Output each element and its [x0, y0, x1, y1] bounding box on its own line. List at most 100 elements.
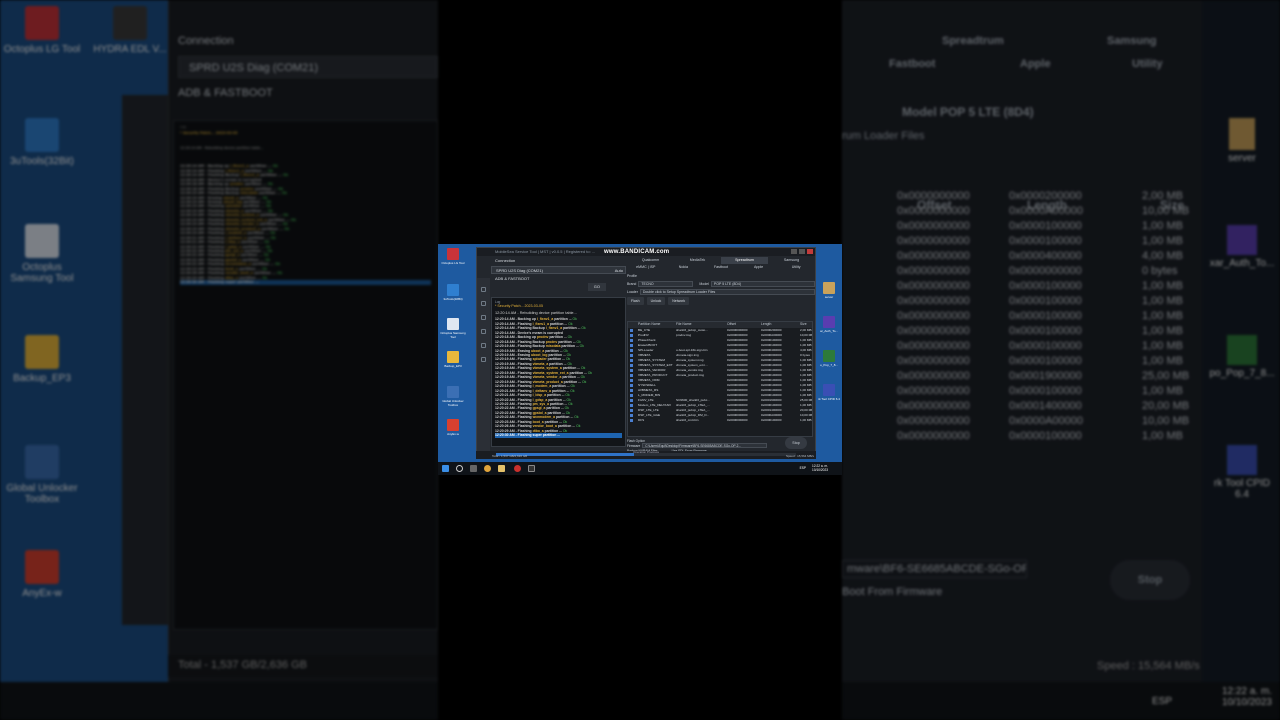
file-explorer-icon[interactable]: [498, 465, 505, 472]
desktop-icon[interactable]: Octoplus LG Tool: [440, 248, 466, 265]
go-button[interactable]: GO: [587, 283, 606, 291]
window-controls: [791, 249, 813, 254]
port-select[interactable]: SPRD U2S Diag (COM21) Auto: [491, 266, 626, 274]
table-row[interactable]: DFS sharkl3_cm4.bin 0x0000000000 0x00001000…: [628, 418, 812, 423]
desktop-icon[interactable]: Octoplus Samsung Tool: [440, 318, 466, 339]
taskbar: ESP 12:22 a. m. 10/10/2023: [438, 462, 842, 475]
row-checkbox[interactable]: [630, 344, 633, 347]
firmware-path[interactable]: C:\Users\Equil\Desktop\Firmware\BF6-SE66…: [642, 443, 768, 448]
brand-select[interactable]: TECNO: [638, 280, 694, 287]
background-right: Spreadtrum Samsung Fastboot Apple Utilit…: [842, 0, 1280, 720]
auto-checkbox[interactable]: Auto: [615, 267, 625, 273]
tab-apple: Apple: [1020, 58, 1051, 70]
desktop-icon[interactable]: 3uTools(32Bit): [440, 284, 466, 301]
bandicam-icon[interactable]: [514, 465, 521, 472]
settings-icon[interactable]: [481, 301, 486, 306]
home-icon[interactable]: [481, 287, 486, 292]
table-row: 0x0000000000 0x0000A00000 10,00 MB: [842, 415, 1197, 430]
table-cell: 0x0000000000: [897, 355, 970, 367]
table-body: BE_CTE sharkl3_pubcp_custo... 0x0000000000…: [628, 328, 812, 423]
table-row: 0x0000000000 0x0001900000 25,00 MB: [842, 370, 1197, 385]
tab-spreadtrum: Spreadtrum: [942, 35, 1004, 47]
col-offset[interactable]: Offset: [727, 322, 736, 328]
row-checkbox[interactable]: [630, 354, 633, 357]
stop-button[interactable]: Stop: [785, 437, 807, 449]
table-cell: 0x0000100000: [1009, 235, 1082, 247]
app-taskbar-icon[interactable]: [528, 465, 535, 472]
row-checkbox[interactable]: [630, 384, 633, 387]
row-checkbox[interactable]: [630, 369, 633, 372]
row-checkbox[interactable]: [630, 364, 633, 367]
tab-qualcomm[interactable]: Qualcomm: [627, 257, 674, 264]
desktop-icon[interactable]: server: [816, 282, 842, 299]
row-checkbox[interactable]: [630, 419, 633, 422]
row-checkbox[interactable]: [630, 359, 633, 362]
desktop-icon-label: Octoplus Samsung Tool: [10, 262, 74, 284]
log-panel[interactable]: Log * Security Patch... 2023-03-05 12:20…: [491, 297, 626, 447]
col-length[interactable]: Length: [761, 322, 771, 328]
row-checkbox[interactable]: [630, 404, 633, 407]
search-icon[interactable]: [456, 465, 463, 472]
tab-emmc-isp[interactable]: eMMC | ISP: [627, 264, 665, 271]
status-bar: Total - 1,537 GB/2,636 GB Speed : 15,564…: [490, 453, 816, 459]
maximize-button[interactable]: [799, 249, 805, 254]
table-cell: 1,00 MB: [1142, 310, 1183, 322]
close-button[interactable]: [807, 249, 813, 254]
table-row: 0x0000000000 0x0000100000 1,00 MB: [842, 280, 1197, 295]
row-checkbox[interactable]: [630, 414, 633, 417]
chrome-icon[interactable]: [484, 465, 491, 472]
desktop-icon[interactable]: AnyEx-w: [440, 419, 466, 436]
task-view-icon[interactable]: [470, 465, 477, 472]
start-icon[interactable]: [442, 465, 449, 472]
row-checkbox[interactable]: [630, 339, 633, 342]
row-checkbox[interactable]: [630, 329, 633, 332]
desktop-icon[interactable]: Global Unlocker Toolbox: [440, 386, 466, 407]
chip-icon[interactable]: [481, 343, 486, 348]
taskbar-clock[interactable]: 12:22 a. m. 10/10/2023: [812, 464, 828, 472]
tab-spreadtrum[interactable]: Spreadtrum: [721, 257, 768, 264]
network-button[interactable]: Network: [668, 297, 690, 305]
port-select: SPRD U2S Diag (COM21): [178, 56, 438, 78]
minimize-button[interactable]: [791, 249, 797, 254]
desktop-icon-label: 3uTools(32Bit): [10, 156, 74, 167]
flash-button[interactable]: Flash: [627, 297, 644, 305]
info-icon[interactable]: [481, 357, 486, 362]
col-size[interactable]: Size: [800, 322, 807, 328]
language-indicator[interactable]: ESP: [800, 466, 806, 470]
row-checkbox[interactable]: [630, 409, 633, 412]
adb-label: ADB & FASTBOOT: [178, 87, 273, 99]
table-cell: 1,00 MB: [1142, 280, 1183, 292]
row-checkbox[interactable]: [630, 379, 633, 382]
desktop-icon[interactable]: Backup_EP3: [440, 351, 466, 368]
devices-icon[interactable]: [481, 329, 486, 334]
desktop-icon[interactable]: ar_Auth_To...: [816, 316, 842, 333]
row-checkbox[interactable]: [630, 349, 633, 352]
col-file-name[interactable]: File Name: [676, 322, 691, 328]
tab-mediatek[interactable]: MediaTek: [674, 257, 721, 264]
tab-apple[interactable]: Apple: [740, 264, 778, 271]
unlock-button[interactable]: Unlock: [646, 297, 666, 305]
adb-fastboot-label[interactable]: ADB & FASTBOOT: [491, 275, 626, 283]
tab-samsung[interactable]: Samsung: [768, 257, 815, 264]
row-checkbox[interactable]: [630, 394, 633, 397]
row-checkbox[interactable]: [630, 374, 633, 377]
row-checkbox[interactable]: [630, 399, 633, 402]
tools-icon[interactable]: [481, 315, 486, 320]
tab-nokia[interactable]: Nokia: [665, 264, 703, 271]
desktop-icon[interactable]: rk Tool CPID 6.4: [816, 384, 842, 401]
model-select[interactable]: POP 5 LTE (8D4): [710, 280, 815, 287]
desktop-icon-label: Octoplus LG Tool: [441, 261, 465, 265]
row-checkbox[interactable]: [630, 389, 633, 392]
tab-utility[interactable]: Utility: [777, 264, 815, 271]
stop-button-bg: Stop: [1110, 560, 1190, 600]
col-partition-name[interactable]: Partition Name: [638, 322, 660, 328]
partition-table[interactable]: Partition Name File Name Offset Length S…: [627, 321, 813, 437]
loader-field[interactable]: Double click to Setup Spreadtrum Loader …: [639, 288, 815, 295]
desktop-icon[interactable]: o_Pop_7_8...: [816, 350, 842, 367]
desktop-icon-label: Global Unlocker Toolbox: [442, 399, 464, 407]
total-status: Total - 1,537 GB/2,636 GB: [492, 454, 528, 458]
row-checkbox[interactable]: [630, 334, 633, 337]
table-cell: 0x0000A00000: [1009, 205, 1084, 217]
tab-fastboot[interactable]: Fastboot: [702, 264, 740, 271]
app-window: MobileSea Service Tool | MST | v0.0.5 | …: [476, 247, 816, 459]
